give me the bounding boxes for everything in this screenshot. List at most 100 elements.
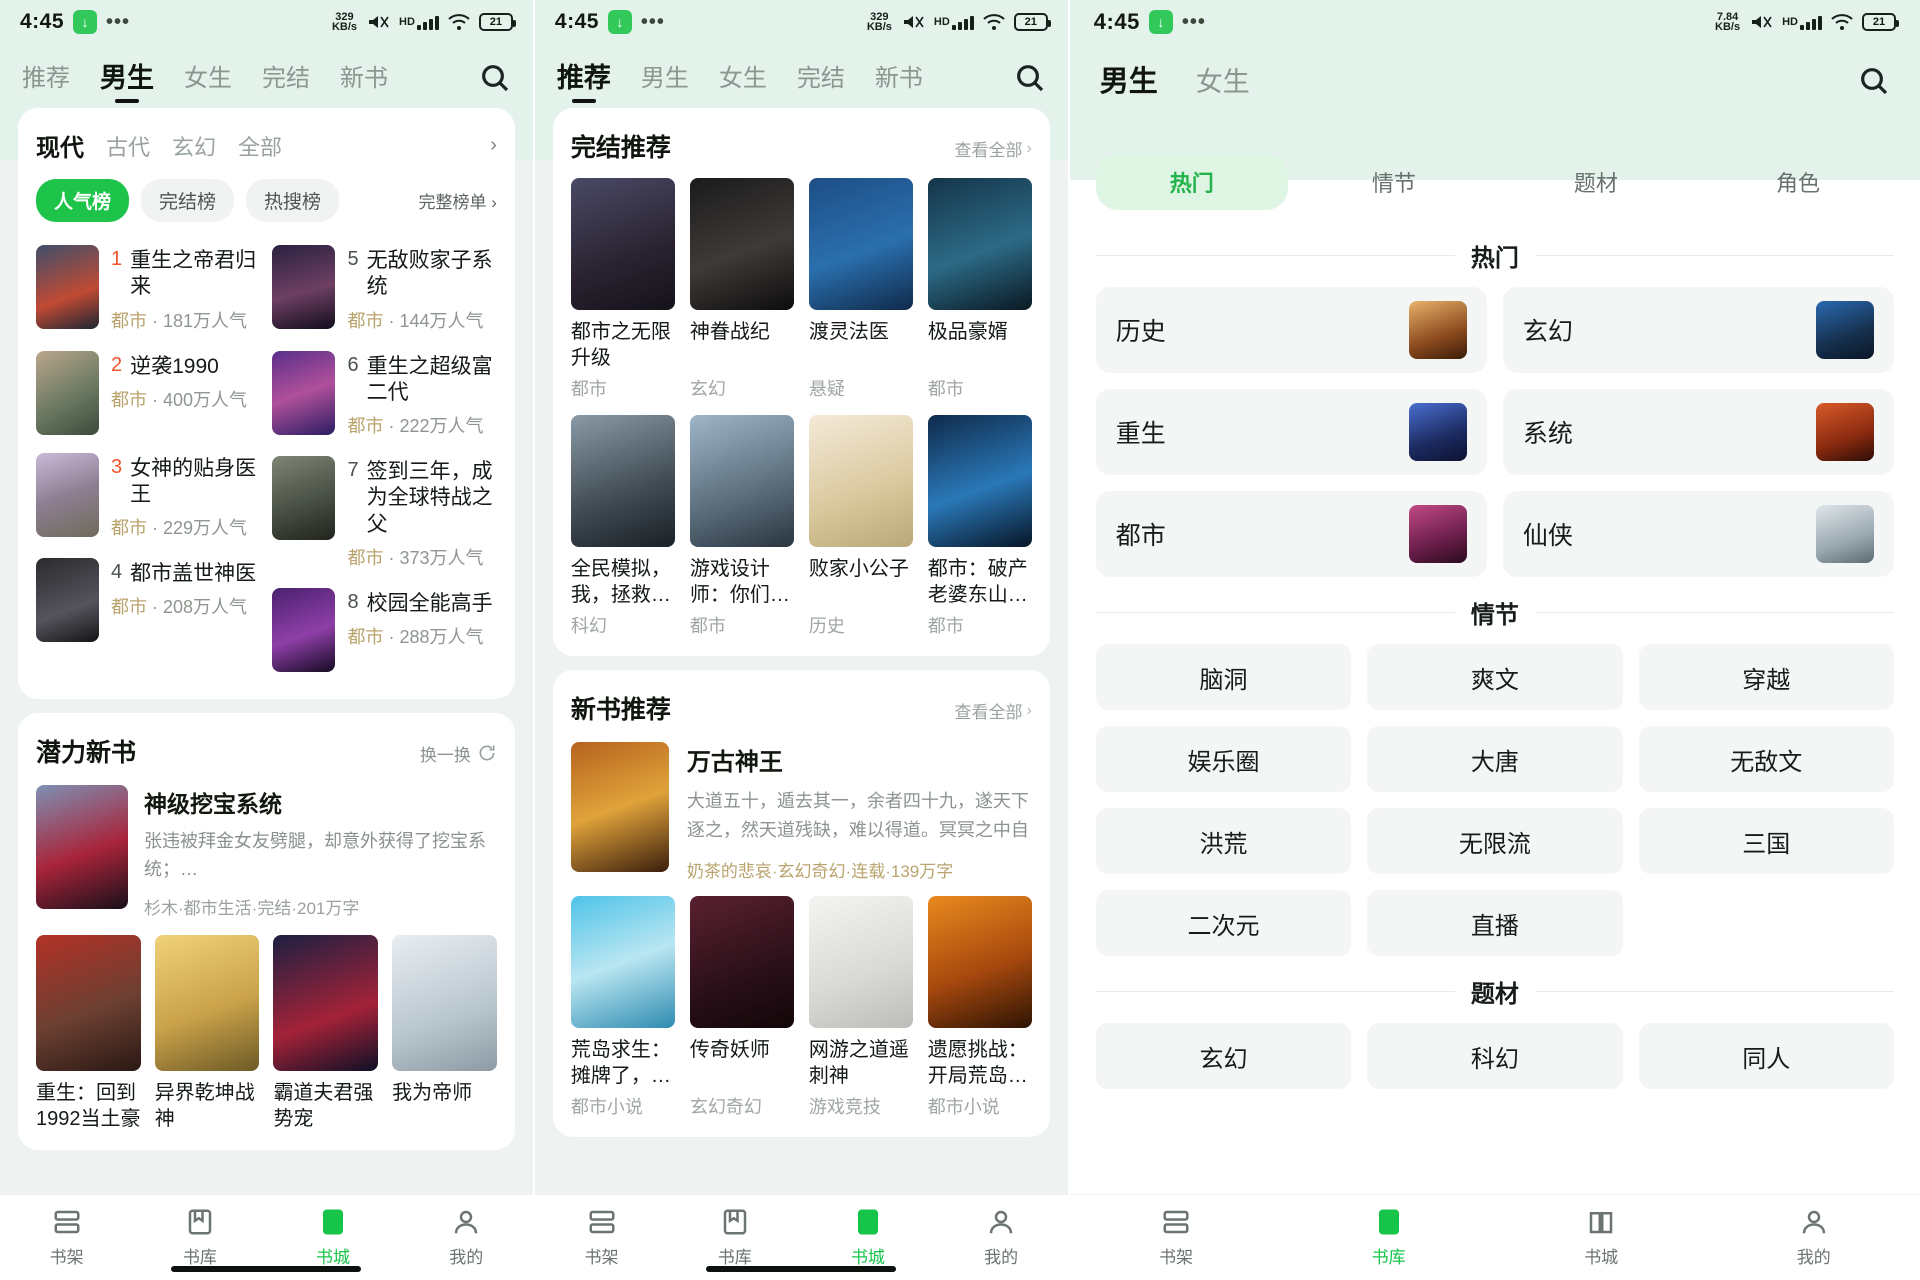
tab-nansheng[interactable]: 男生: [98, 52, 156, 105]
list-item[interactable]: 都市之无限升级 都市: [570, 178, 675, 401]
tab-tuijian[interactable]: 推荐: [555, 52, 613, 105]
nav-bookshelf[interactable]: 书架: [0, 1207, 133, 1268]
list-item[interactable]: 异界乾坤战神: [154, 934, 260, 1132]
tag-zhibo[interactable]: 直播: [1367, 890, 1623, 956]
search-icon[interactable]: [1858, 65, 1892, 99]
view-all-link[interactable]: 查看全部 ›: [954, 698, 1031, 723]
tag-honghuang[interactable]: 洪荒: [1095, 808, 1352, 874]
chip-remen[interactable]: 热门: [1095, 154, 1288, 210]
tab-tuijian[interactable]: 推荐: [20, 54, 72, 103]
featured-book[interactable]: 万古神王 大道五十，遁去其一，余者四十九，遂天下逐之，然天道残缺，难以得道。冥冥…: [570, 742, 1032, 882]
nav-library[interactable]: 书库: [133, 1207, 266, 1268]
tag-datang[interactable]: 大唐: [1367, 726, 1623, 792]
list-item[interactable]: 网游之道遥刺神 游戏竞技: [808, 896, 913, 1119]
panel3-scroll-body[interactable]: 热门 情节 题材 角色 热门 历史 玄幻 重生 系统 都市 仙侠 情节 脑洞 爽…: [1070, 150, 1920, 1194]
panel2-scroll-body[interactable]: 完结推荐 查看全部 › 都市之无限升级 都市 神眷战纪 玄幻 渡灵法医 悬疑 极品豪婿都…: [535, 108, 1068, 1194]
library-icon: [668, 1207, 801, 1239]
list-item[interactable]: 全民模拟，我，拯救… 科幻: [570, 415, 675, 638]
tag-chuanyue[interactable]: 穿越: [1638, 644, 1894, 710]
segment-xiandai[interactable]: 现代: [36, 128, 84, 163]
nav-profile[interactable]: 我的: [1707, 1207, 1920, 1268]
nav-bookstore[interactable]: 书城: [266, 1207, 399, 1268]
list-item[interactable]: 重生：回到1992当土豪: [36, 934, 141, 1132]
list-item[interactable]: 霸道夫君强势宠: [273, 934, 379, 1132]
tab-nvsheng[interactable]: 女生: [1194, 56, 1252, 109]
list-item[interactable]: 神眷战纪 玄幻: [689, 178, 794, 401]
pill-resoubang[interactable]: 热搜榜: [246, 179, 340, 222]
tab-nvsheng[interactable]: 女生: [717, 54, 769, 103]
list-item[interactable]: 极品豪婿 都市: [927, 178, 1032, 401]
refresh-label: 换一换: [419, 745, 471, 765]
tag-tongren[interactable]: 同人: [1638, 1023, 1894, 1089]
list-item[interactable]: 遗愿挑战：开局荒岛… 都市小说: [927, 896, 1032, 1119]
tag-yulequan[interactable]: 娱乐圈: [1095, 726, 1352, 792]
hot-category-xianxia[interactable]: 仙侠: [1502, 491, 1894, 577]
tab-wanjie[interactable]: 完结: [795, 54, 847, 103]
segment-gudai[interactable]: 古代: [106, 130, 150, 162]
search-icon[interactable]: [479, 62, 513, 96]
card-header: 新书推荐 查看全部 ›: [571, 690, 1032, 726]
hot-category-history[interactable]: 历史: [1095, 287, 1487, 373]
tag-kehuan[interactable]: 科幻: [1367, 1023, 1623, 1089]
nav-library[interactable]: 书库: [1282, 1207, 1495, 1268]
nav-library[interactable]: 书库: [668, 1207, 801, 1268]
tab-nansheng[interactable]: 男生: [1098, 54, 1160, 110]
tab-nansheng[interactable]: 男生: [639, 54, 691, 103]
table-row[interactable]: 4 都市盖世神医 都市 · 208万人气: [36, 549, 260, 651]
hot-category-system[interactable]: 系统: [1502, 389, 1894, 475]
chip-juese[interactable]: 角色: [1702, 154, 1894, 210]
tag-erciyuan[interactable]: 二次元: [1095, 890, 1352, 956]
table-row[interactable]: 2 逆袭1990 都市 · 400万人气: [36, 342, 260, 444]
featured-book[interactable]: 神级挖宝系统 张违被拜金女友劈腿，却意外获得了挖宝系统；… 杉木·都市生活·完结…: [36, 784, 497, 919]
pill-wanjiebang[interactable]: 完结榜: [141, 179, 235, 222]
nav-profile[interactable]: 我的: [400, 1207, 533, 1268]
panel1-scroll-body[interactable]: 现代 古代 玄幻 全部 › 人气榜 完结榜 热搜榜 完整榜单 › 1 重生之帝君…: [0, 108, 533, 1194]
table-row[interactable]: 5 无敌败家子系统 都市 · 144万人气: [272, 236, 496, 342]
table-row[interactable]: 1 重生之帝君归来 都市 · 181万人气: [36, 236, 260, 342]
list-item[interactable]: 都市：破产老婆东山… 都市: [927, 415, 1032, 638]
chevron-right-icon[interactable]: ›: [490, 134, 497, 157]
list-item[interactable]: 败家小公子 历史: [808, 415, 913, 638]
nav-profile[interactable]: 我的: [935, 1207, 1068, 1268]
book-title: 败家小公子: [808, 558, 909, 580]
hot-category-xuanhuan[interactable]: 玄幻: [1502, 287, 1894, 373]
nav-bookstore[interactable]: 书城: [1495, 1207, 1708, 1268]
tag-xuanhuan[interactable]: 玄幻: [1095, 1023, 1352, 1089]
segment-xuanhuan[interactable]: 玄幻: [172, 130, 216, 162]
search-icon[interactable]: [1014, 62, 1048, 96]
list-item[interactable]: 我为帝师: [392, 934, 497, 1132]
nav-bookshelf[interactable]: 书架: [535, 1207, 668, 1268]
segment-quanbu[interactable]: 全部: [238, 130, 282, 162]
view-all-link[interactable]: 查看全部 ›: [954, 136, 1031, 161]
tag-sanguo[interactable]: 三国: [1638, 808, 1894, 874]
list-item[interactable]: 荒岛求生：摊牌了，… 都市小说: [570, 896, 675, 1119]
bookshelf-icon: [535, 1207, 668, 1239]
tag-wuxianliu[interactable]: 无限流: [1367, 808, 1623, 874]
tab-xinshu[interactable]: 新书: [873, 54, 925, 103]
chip-ticai[interactable]: 题材: [1500, 154, 1692, 210]
tag-wudiwen[interactable]: 无敌文: [1638, 726, 1894, 792]
table-row[interactable]: 7 签到三年，成为全球特战之父 都市 · 373万人气: [272, 447, 496, 579]
tab-xinshu[interactable]: 新书: [338, 54, 390, 103]
hot-category-urban[interactable]: 都市: [1095, 491, 1487, 577]
book-title: 重生之超级富二代: [366, 354, 493, 404]
tag-shuangwen[interactable]: 爽文: [1367, 644, 1623, 710]
tab-nvsheng[interactable]: 女生: [182, 54, 234, 103]
nav-bookshelf[interactable]: 书架: [1070, 1207, 1283, 1268]
tab-wanjie[interactable]: 完结: [260, 54, 312, 103]
tag-naodong[interactable]: 脑洞: [1095, 644, 1352, 710]
refresh-button[interactable]: 换一换: [420, 741, 497, 766]
list-item[interactable]: 渡灵法医 悬疑: [808, 178, 913, 401]
list-item[interactable]: 游戏设计师：你们… 都市: [689, 415, 794, 638]
table-row[interactable]: 3 女神的贴身医王 都市 · 229万人气: [36, 444, 260, 550]
table-row[interactable]: 6 重生之超级富二代 都市 · 222万人气: [272, 342, 496, 448]
list-item[interactable]: 传奇妖师 玄幻奇幻: [689, 896, 794, 1119]
nav-bookstore[interactable]: 书城: [801, 1207, 934, 1268]
pill-renqibang[interactable]: 人气榜: [36, 179, 130, 222]
chip-qingjie[interactable]: 情节: [1298, 154, 1490, 210]
table-row[interactable]: 8 校园全能高手 都市 · 288万人气: [272, 579, 496, 681]
card-header: 潜力新书 换一换: [36, 733, 497, 769]
hot-category-rebirth[interactable]: 重生: [1095, 389, 1487, 475]
status-right: 329 KB/s HD 21: [867, 12, 1051, 33]
full-ranking-link[interactable]: 完整榜单 ›: [419, 188, 497, 213]
